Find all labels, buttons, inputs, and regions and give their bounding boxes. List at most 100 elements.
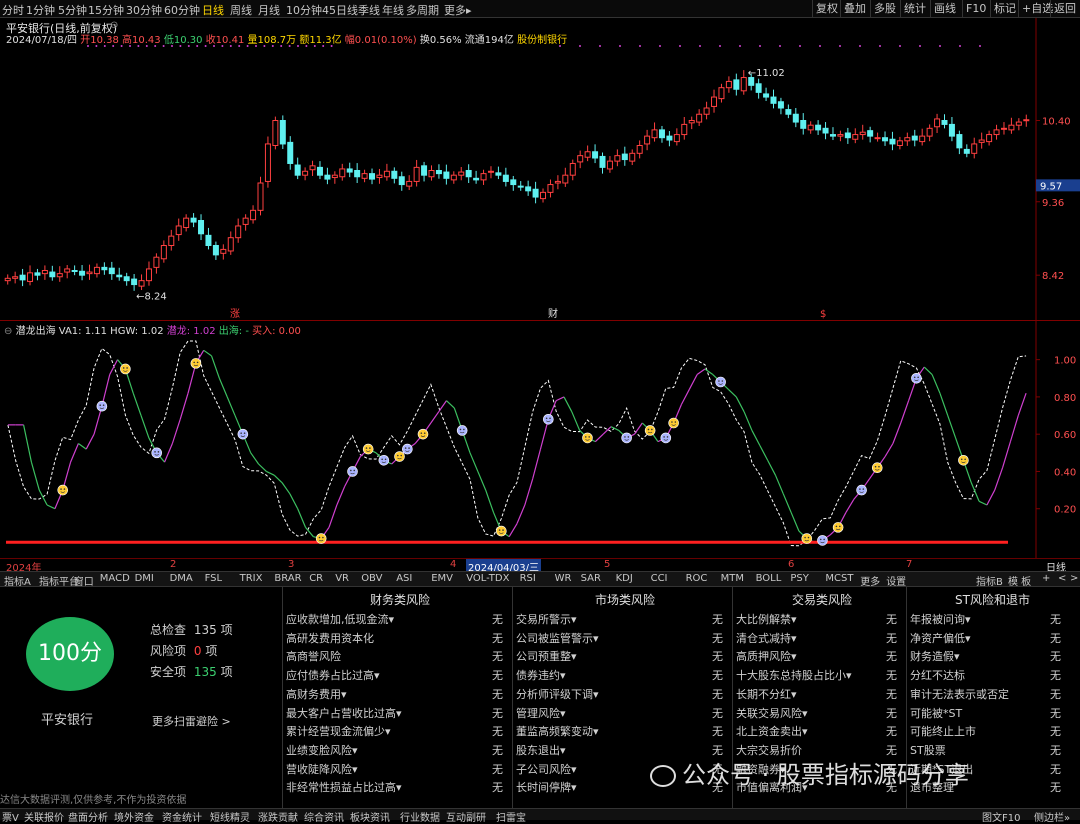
risk-item[interactable]: 可能终止上市 <box>910 723 976 739</box>
more-scan-link[interactable]: 更多扫雷避险 > <box>152 713 231 729</box>
indicator-tab-20[interactable]: ROC <box>686 573 708 584</box>
candlestick-chart[interactable]: 10.40 9.36 8.42 9.57 ←11.02 ←8.24 涨 财 $ <box>0 18 1080 320</box>
tab-right-4[interactable]: > <box>1070 573 1078 584</box>
risk-item[interactable]: 应付债券占比过高▾ <box>286 667 380 683</box>
risk-item[interactable]: 净资产偏低▾ <box>910 630 971 646</box>
risk-item[interactable]: 清仓式减持▾ <box>736 630 797 646</box>
risk-item[interactable]: 长时间停牌▾ <box>516 779 577 795</box>
toolbar-button-3[interactable]: 统计 <box>900 0 929 17</box>
toolbar-button-0[interactable]: 复权 <box>812 0 841 17</box>
footer-tab-10[interactable]: 互动副研 <box>446 809 486 824</box>
indicator-panel[interactable]: 1.00 0.80 0.60 0.40 0.20 ⊖ 潜龙出海 VA1: 1.11 HG… <box>0 321 1080 558</box>
period-0[interactable]: 分时 <box>2 2 24 18</box>
risk-item[interactable]: 业绩变脸风险▾ <box>286 742 358 758</box>
risk-item[interactable]: 可能被*ST <box>910 705 962 721</box>
risk-item[interactable]: 累计经营现金流偏少▾ <box>286 723 391 739</box>
indicator-tab-15[interactable]: RSI <box>520 573 536 584</box>
risk-item[interactable]: 非经常性损益占比过高▾ <box>286 779 402 795</box>
risk-item[interactable]: 高研发费用资本化 <box>286 630 374 646</box>
risk-item[interactable]: 公司被监管警示▾ <box>516 630 599 646</box>
toolbar-button-2[interactable]: 多股 <box>870 0 899 17</box>
event-tag[interactable]: 涨 <box>230 308 240 320</box>
footer-sidebar[interactable]: 侧边栏» <box>1034 809 1070 824</box>
quote-sector[interactable]: 股份制银行 <box>517 35 567 46</box>
indicator-tab-18[interactable]: KDJ <box>616 573 633 584</box>
indicator-tab-14[interactable]: VOL-TDX <box>466 573 509 584</box>
risk-item[interactable]: 分红不达标 <box>910 667 965 683</box>
event-tag[interactable]: $ <box>820 309 826 320</box>
indicator-tab-21[interactable]: MTM <box>721 573 744 584</box>
tab-right-3[interactable]: < <box>1058 573 1066 584</box>
indicator-tab-6[interactable]: FSL <box>205 573 223 584</box>
risk-item[interactable]: 股东退出▾ <box>516 742 566 758</box>
indicator-tab-22[interactable]: BOLL <box>756 573 782 584</box>
risk-item[interactable]: 债券违约▾ <box>516 667 566 683</box>
toolbar-button-4[interactable]: 画线 <box>930 0 959 17</box>
period-13[interactable]: 多周期 <box>406 2 439 18</box>
toolbar-button-6[interactable]: 标记 <box>990 0 1019 17</box>
toolbar-button-5[interactable]: F10 <box>962 0 989 17</box>
risk-item[interactable]: 董监高频繁变动▾ <box>516 723 599 739</box>
indicator-chart[interactable]: 1.00 0.80 0.60 0.40 0.20 <box>0 321 1080 558</box>
indicator-tab-17[interactable]: SAR <box>581 573 601 584</box>
toolbar-button-8[interactable]: 返回 <box>1050 0 1079 17</box>
indicator-tab-16[interactable]: WR <box>555 573 572 584</box>
indicator-tab-7[interactable]: TRIX <box>240 573 263 584</box>
footer-tab-6[interactable]: 涨跌贡献 <box>258 809 298 824</box>
period-11[interactable]: 季线 <box>358 2 380 18</box>
period-10[interactable]: 45日线 <box>322 2 358 18</box>
risk-item[interactable]: 高商誉风险 <box>286 648 341 664</box>
period-14[interactable]: 更多▸ <box>444 2 472 18</box>
indicator-tab-13[interactable]: EMV <box>431 573 453 584</box>
indicator-tab-9[interactable]: CR <box>309 573 323 584</box>
period-9[interactable]: 10分钟 <box>286 2 322 18</box>
indicator-tab-3[interactable]: MACD <box>100 573 130 584</box>
risk-item[interactable]: 北上资金卖出▾ <box>736 723 808 739</box>
period-8[interactable]: 月线 <box>258 2 280 18</box>
indicator-tab-23[interactable]: PSY <box>790 573 809 584</box>
price-chart-panel[interactable]: 10.40 9.36 8.42 9.57 ←11.02 ←8.24 涨财 $ 平安银行(日线,… <box>0 18 1080 320</box>
indicator-tab-11[interactable]: OBV <box>361 573 382 584</box>
footer-tab-8[interactable]: 板块资讯 <box>350 809 390 824</box>
risk-item[interactable]: 营收陡降风险▾ <box>286 761 358 777</box>
footer-tab-3[interactable]: 境外资金 <box>114 809 154 824</box>
footer-f10[interactable]: 图文F10 <box>982 809 1020 824</box>
period-1[interactable]: 1分钟 <box>26 2 55 18</box>
indicator-tab-24[interactable]: MCST <box>825 573 853 584</box>
event-tag[interactable]: 财 <box>548 307 558 320</box>
risk-item[interactable]: 大比例解禁▾ <box>736 611 797 627</box>
indicator-tab-19[interactable]: CCI <box>651 573 668 584</box>
indicator-tab-8[interactable]: BRAR <box>274 573 301 584</box>
footer-tab-9[interactable]: 行业数据 <box>400 809 440 824</box>
tab-right-2[interactable]: + <box>1042 573 1050 584</box>
risk-item[interactable]: 交易所警示▾ <box>516 611 577 627</box>
period-7[interactable]: 周线 <box>230 2 252 18</box>
footer-tab-0[interactable]: 票V <box>2 809 19 824</box>
risk-item[interactable]: 关联交易风险▾ <box>736 705 808 721</box>
risk-item[interactable]: 高财务费用▾ <box>286 686 347 702</box>
risk-item[interactable]: 管理风险▾ <box>516 705 566 721</box>
footer-tab-5[interactable]: 短线精灵 <box>210 809 250 824</box>
footer-tab-1[interactable]: 关联报价 <box>24 809 64 824</box>
risk-item[interactable]: 十大股东总持股占比小▾ <box>736 667 852 683</box>
indicator-tab-5[interactable]: DMA <box>170 573 193 584</box>
toolbar-button-1[interactable]: 叠加 <box>840 0 869 17</box>
indicator-tab-4[interactable]: DMI <box>135 573 154 584</box>
footer-tab-2[interactable]: 盘面分析 <box>68 809 108 824</box>
risk-item[interactable]: 最大客户占营收比过高▾ <box>286 705 402 721</box>
period-5[interactable]: 60分钟 <box>164 2 200 18</box>
period-12[interactable]: 年线 <box>382 2 404 18</box>
indicator-name[interactable]: 潜龙出海 <box>16 326 56 337</box>
risk-item[interactable]: 长期不分红▾ <box>736 686 797 702</box>
collapse-icon[interactable]: ⊖ <box>110 20 118 31</box>
risk-item[interactable]: 年报被问询▾ <box>910 611 971 627</box>
footer-tab-7[interactable]: 综合资讯 <box>304 809 344 824</box>
risk-item[interactable]: 分析师评级下调▾ <box>516 686 599 702</box>
risk-item[interactable]: 审计无法表示或否定 <box>910 686 1009 702</box>
footer-tab-11[interactable]: 扫雷宝 <box>496 809 526 824</box>
risk-item[interactable]: 高质押风险▾ <box>736 648 797 664</box>
period-4[interactable]: 30分钟 <box>126 2 162 18</box>
indicator-tab-10[interactable]: VR <box>335 573 349 584</box>
period-2[interactable]: 5分钟 <box>58 2 87 18</box>
indicator-tab-12[interactable]: ASI <box>396 573 412 584</box>
